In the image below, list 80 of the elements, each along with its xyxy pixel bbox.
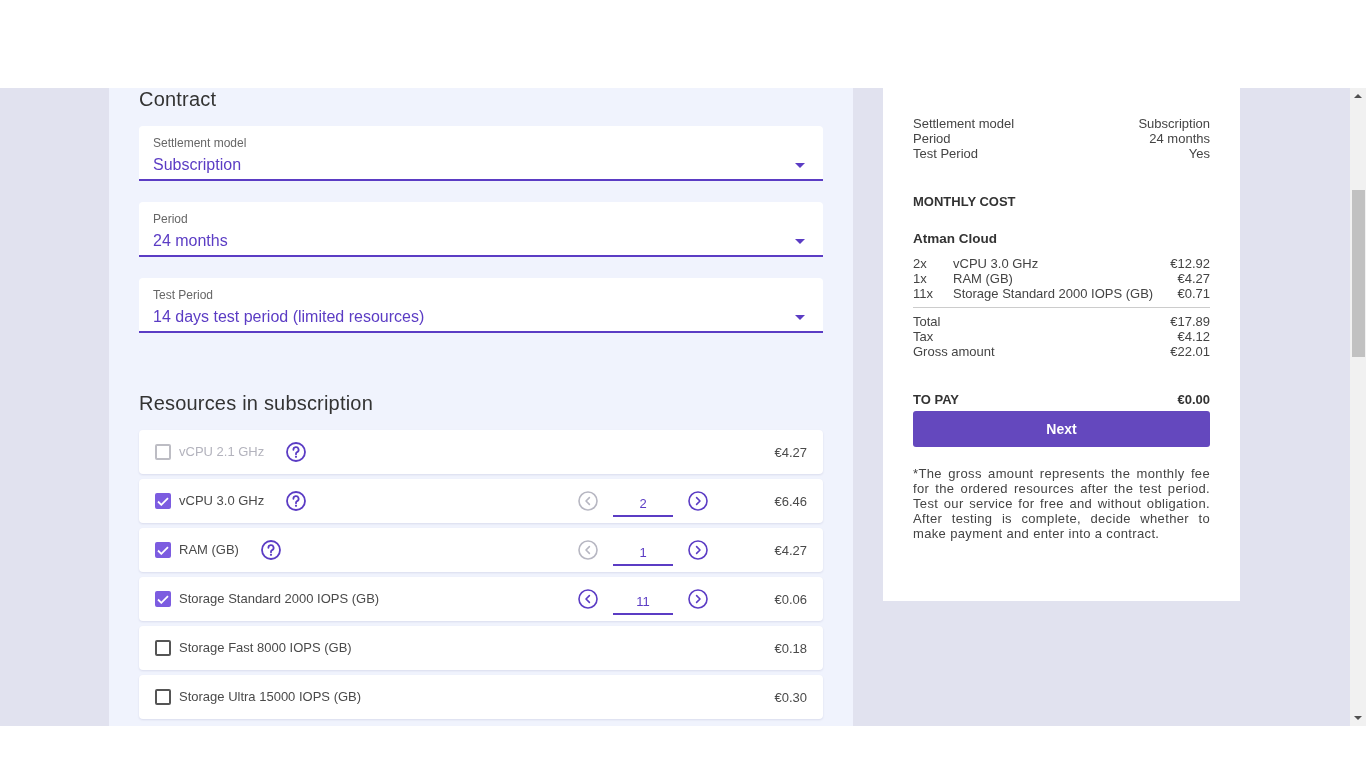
help-icon[interactable] — [260, 540, 281, 560]
line-item-name: vCPU 3.0 GHz — [953, 256, 1040, 271]
summary-value: €22.01 — [1170, 344, 1210, 359]
price: €4.27 — [773, 444, 807, 460]
checkbox[interactable] — [155, 640, 171, 656]
resource-name: Storage Ultra 15000 IOPS (GB) — [179, 689, 362, 705]
summary-value: €17.89 — [1170, 314, 1210, 329]
resource-name: RAM (GB) — [179, 542, 239, 558]
chevron-right-icon — [688, 491, 708, 511]
caret-icon — [795, 314, 805, 320]
chevron-right-icon — [688, 589, 708, 609]
price: €0.30 — [773, 689, 807, 705]
select-value: 24 months — [153, 231, 229, 251]
checkbox[interactable] — [155, 493, 171, 509]
summary-label: Settlement model — [913, 116, 1015, 131]
select-value: Subscription — [153, 155, 243, 175]
chevron-left-icon — [578, 589, 598, 609]
help-icon[interactable] — [286, 491, 307, 511]
increase-button[interactable] — [688, 491, 708, 511]
to-pay-amount: €0.00 — [1177, 392, 1210, 407]
quantity-input[interactable]: 11 — [613, 590, 673, 615]
summary-label: Gross amount — [913, 344, 995, 359]
summary-value: Yes — [1188, 146, 1210, 161]
field-label: Test Period — [153, 288, 214, 302]
resource-name: Storage Fast 8000 IOPS (GB) — [179, 640, 352, 656]
line-quantity: 11x — [913, 286, 934, 301]
resource-name: Storage Standard 2000 IOPS (GB) — [179, 591, 380, 607]
resource-name: vCPU 3.0 GHz — [179, 493, 265, 509]
checkbox[interactable] — [155, 542, 171, 558]
checkbox[interactable] — [155, 591, 171, 607]
scrollbar[interactable] — [1350, 88, 1366, 726]
price: €4.27 — [773, 542, 807, 558]
scrollbar-thumb[interactable] — [1351, 190, 1365, 357]
summary-label: Test Period — [913, 146, 979, 161]
summary-label: Total — [913, 314, 941, 329]
provider-name: Atman Cloud — [913, 231, 998, 247]
price: €0.06 — [773, 591, 807, 607]
decrease-button[interactable] — [578, 589, 598, 609]
line-amount: €4.27 — [1177, 271, 1210, 286]
quantity-input[interactable]: 2 — [613, 492, 673, 517]
resource-name: vCPU 2.1 GHz — [179, 444, 265, 460]
select-field[interactable]: Settlement model Subscription — [139, 126, 823, 181]
section-title: Resources in subscription — [139, 391, 374, 415]
field-label: Settlement model — [153, 136, 247, 150]
line-item-name: Storage Standard 2000 IOPS (GB) — [953, 286, 1155, 301]
up-arrow-icon[interactable] — [1354, 94, 1362, 98]
select-value: 14 days test period (limited resources) — [153, 307, 426, 327]
select-field[interactable]: Period 24 months — [139, 202, 823, 257]
section-heading: MONTHLY COST — [913, 194, 1017, 209]
line-amount: €0.71 — [1177, 286, 1210, 301]
summary-value: Subscription — [1138, 116, 1210, 131]
select-field[interactable]: Test Period 14 days test period (limited resources) — [139, 278, 823, 333]
line-quantity: 2x — [913, 256, 928, 271]
to-pay-label: TO PAY — [913, 392, 959, 407]
increase-button[interactable] — [688, 540, 708, 560]
quantity-input[interactable]: 1 — [613, 541, 673, 566]
summary-value: 24 months — [1149, 131, 1210, 146]
next-button[interactable]: Next — [913, 411, 1210, 447]
increase-button[interactable] — [688, 589, 708, 609]
checkbox[interactable] — [155, 689, 171, 705]
section-title: Contract — [139, 88, 218, 110]
field-label: Period — [153, 212, 188, 226]
chevron-left-icon — [578, 491, 598, 511]
chevron-right-icon — [688, 540, 708, 560]
check-icon — [157, 496, 169, 506]
line-quantity: 1x — [913, 271, 928, 286]
note-text: *The gross amount represents the monthly fee for the ordered resources after the test period. Test our service for free and without obligation. After testing is complete, decide whether to make payment and enter into a contract. — [913, 466, 1210, 541]
check-icon — [157, 545, 169, 555]
summary-label: Tax — [913, 329, 934, 344]
summary-label: Period — [913, 131, 951, 146]
price: €0.18 — [773, 640, 807, 656]
summary-value: €4.12 — [1177, 329, 1210, 344]
caret-icon — [795, 162, 805, 168]
down-arrow-icon[interactable] — [1354, 716, 1362, 720]
line-amount: €12.92 — [1170, 256, 1210, 271]
caret-icon — [795, 238, 805, 244]
line-item-name: RAM (GB) — [953, 271, 1014, 286]
check-icon — [157, 594, 169, 604]
chevron-left-icon — [578, 540, 598, 560]
price: €6.46 — [773, 493, 807, 509]
